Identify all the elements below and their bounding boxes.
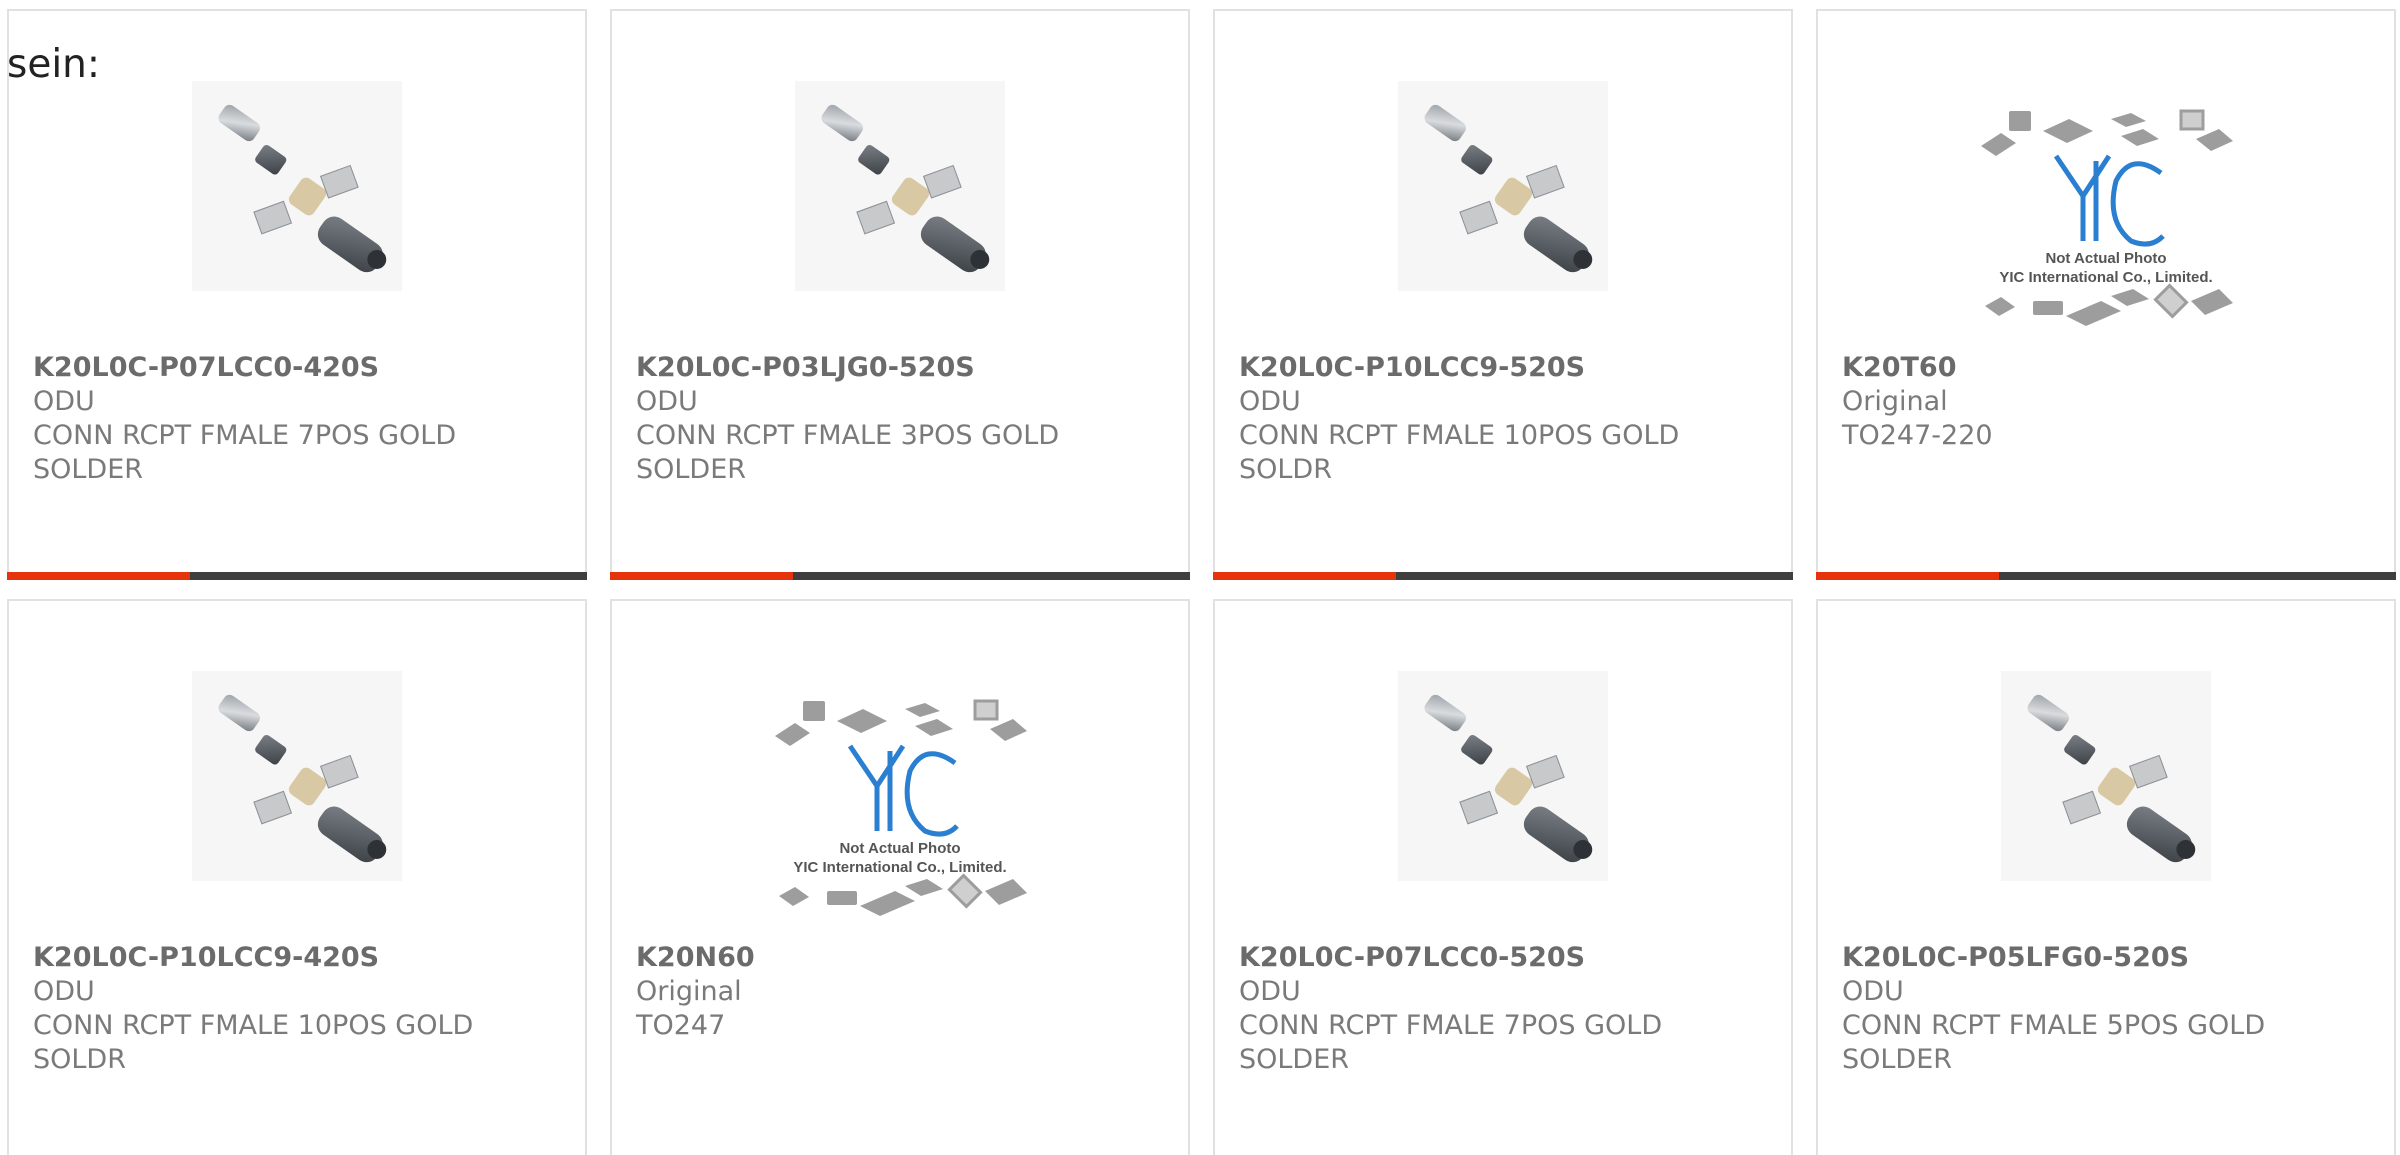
product-description: CONN RCPT FMALE 3POS GOLD SOLDER (636, 420, 1060, 485)
brand-name: Original (1842, 386, 1948, 417)
product-info: K20T60 Original TO247-220 (1842, 351, 2322, 453)
not-actual-photo-placeholder-image[interactable]: Not Actual Photo YIC International Co., … (1971, 101, 2241, 351)
brand-name: ODU (1239, 976, 1301, 1007)
product-description: CONN RCPT FMALE 10POS GOLD SOLDR (1239, 420, 1680, 485)
product-info: K20L0C-P03LJG0-520S ODU CONN RCPT FMALE … (636, 351, 1116, 487)
placeholder-line-2: YIC International Co., Limited. (1999, 269, 2212, 286)
product-card[interactable]: K20L0C-P07LCC0-520S ODU CONN RCPT FMALE … (1213, 599, 1793, 1155)
part-number-link[interactable]: K20T60 (1842, 351, 2322, 385)
connector-parts-image[interactable] (2001, 671, 2211, 881)
intro-text: sein: (7, 42, 101, 87)
placeholder-line-1: Not Actual Photo (2045, 250, 2166, 267)
product-description: CONN RCPT FMALE 7POS GOLD SOLDER (33, 420, 457, 485)
part-number-link[interactable]: K20L0C-P10LCC9-520S (1239, 351, 1719, 385)
product-grid-page: sein: K20L0C-P07LCC0-420S ODU CONN RCPT … (0, 0, 2400, 1155)
connector-parts-image[interactable] (192, 671, 402, 881)
part-number-link[interactable]: K20L0C-P07LCC0-520S (1239, 941, 1719, 975)
connector-parts-image[interactable] (795, 81, 1005, 291)
part-number-link[interactable]: K20N60 (636, 941, 1116, 975)
brand-name: ODU (1239, 386, 1301, 417)
product-card[interactable]: Not Actual Photo YIC International Co., … (610, 599, 1190, 1155)
product-card[interactable]: K20L0C-P03LJG0-520S ODU CONN RCPT FMALE … (610, 9, 1190, 580)
product-info: K20L0C-P10LCC9-520S ODU CONN RCPT FMALE … (1239, 351, 1719, 487)
card-accent-bar (1213, 572, 1396, 580)
product-description: TO247-220 (1842, 420, 1993, 451)
product-info: K20L0C-P10LCC9-420S ODU CONN RCPT FMALE … (33, 941, 513, 1077)
placeholder-line-1: Not Actual Photo (839, 840, 960, 857)
product-card[interactable]: K20L0C-P07LCC0-420S ODU CONN RCPT FMALE … (7, 9, 587, 580)
brand-name: Original (636, 976, 742, 1007)
part-number-link[interactable]: K20L0C-P07LCC0-420S (33, 351, 513, 385)
part-number-link[interactable]: K20L0C-P10LCC9-420S (33, 941, 513, 975)
product-description: CONN RCPT FMALE 10POS GOLD SOLDR (33, 1010, 474, 1075)
product-card[interactable]: K20L0C-P10LCC9-520S ODU CONN RCPT FMALE … (1213, 9, 1793, 580)
product-info: K20L0C-P07LCC0-520S ODU CONN RCPT FMALE … (1239, 941, 1719, 1077)
product-grid: K20L0C-P07LCC0-420S ODU CONN RCPT FMALE … (7, 9, 2396, 1155)
brand-name: ODU (636, 386, 698, 417)
product-card[interactable]: K20L0C-P05LFG0-520S ODU CONN RCPT FMALE … (1816, 599, 2396, 1155)
product-info: K20N60 Original TO247 (636, 941, 1116, 1043)
placeholder-line-2: YIC International Co., Limited. (793, 859, 1006, 876)
brand-name: ODU (33, 386, 95, 417)
brand-name: ODU (33, 976, 95, 1007)
part-number-link[interactable]: K20L0C-P05LFG0-520S (1842, 941, 2322, 975)
card-bottom-bar (610, 572, 1190, 580)
connector-parts-image[interactable] (192, 81, 402, 291)
card-bottom-bar (1213, 572, 1793, 580)
part-number-link[interactable]: K20L0C-P03LJG0-520S (636, 351, 1116, 385)
connector-parts-image[interactable] (1398, 671, 1608, 881)
product-card[interactable]: K20L0C-P10LCC9-420S ODU CONN RCPT FMALE … (7, 599, 587, 1155)
product-description: CONN RCPT FMALE 7POS GOLD SOLDER (1239, 1010, 1663, 1075)
product-info: K20L0C-P05LFG0-520S ODU CONN RCPT FMALE … (1842, 941, 2322, 1077)
card-accent-bar (610, 572, 793, 580)
product-description: TO247 (636, 1010, 726, 1041)
product-info: K20L0C-P07LCC0-420S ODU CONN RCPT FMALE … (33, 351, 513, 487)
card-accent-bar (1816, 572, 1999, 580)
brand-name: ODU (1842, 976, 1904, 1007)
product-description: CONN RCPT FMALE 5POS GOLD SOLDER (1842, 1010, 2266, 1075)
card-bottom-bar (1816, 572, 2396, 580)
connector-parts-image[interactable] (1398, 81, 1608, 291)
product-card[interactable]: Not Actual Photo YIC International Co., … (1816, 9, 2396, 580)
card-bottom-bar (7, 572, 587, 580)
not-actual-photo-placeholder-image[interactable]: Not Actual Photo YIC International Co., … (765, 691, 1035, 941)
card-accent-bar (7, 572, 190, 580)
